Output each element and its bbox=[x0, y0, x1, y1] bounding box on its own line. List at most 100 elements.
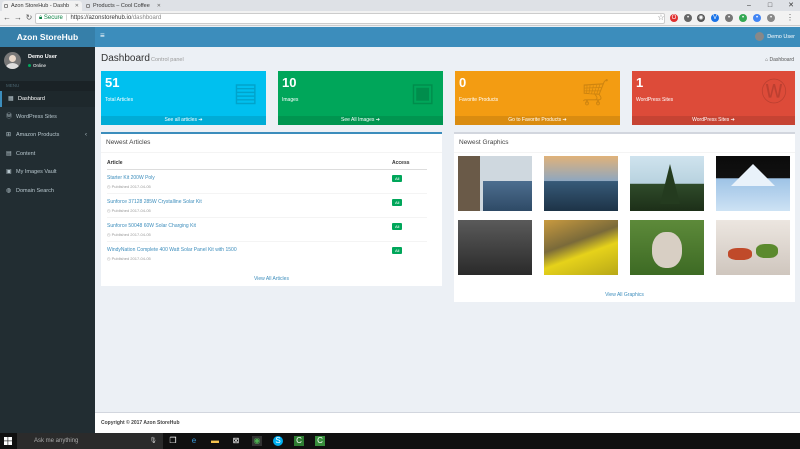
table-header-row: Article Access bbox=[107, 158, 427, 170]
minimize-icon[interactable]: – bbox=[740, 0, 758, 11]
bookmark-star-icon[interactable]: ☆ bbox=[656, 13, 666, 23]
sidebar-item-content[interactable]: ▤ Content bbox=[0, 146, 95, 162]
chevron-left-icon: ‹ bbox=[85, 132, 87, 138]
access-badge: All bbox=[392, 246, 403, 254]
stat-link-label: See all articles bbox=[164, 117, 197, 123]
vpn-extension-icon[interactable]: V bbox=[711, 14, 719, 22]
menu-header: MENU bbox=[0, 81, 95, 91]
forward-icon[interactable]: → bbox=[13, 13, 23, 23]
clock-icon: ◷ bbox=[107, 231, 111, 237]
article-link[interactable]: WindyNation Complete 400 Watt Solar Pane… bbox=[107, 247, 392, 253]
access-badge: All bbox=[392, 198, 403, 206]
edge-icon[interactable]: e bbox=[189, 436, 199, 446]
graphic-thumbnail-sunset-sea[interactable] bbox=[544, 156, 618, 211]
stat-value: 10 bbox=[282, 75, 297, 90]
graphic-thumbnail-yellow-slide[interactable] bbox=[544, 220, 618, 275]
stat-link[interactable]: WordPress Sites ➔ bbox=[632, 116, 795, 125]
sidebar-item-domain-search[interactable]: ◍ Domain Search bbox=[0, 183, 95, 199]
article-link[interactable]: Starter Kit 200W Poly bbox=[107, 175, 392, 181]
online-dot-icon bbox=[28, 64, 31, 67]
graphic-thumbnail-cat[interactable] bbox=[630, 220, 704, 275]
sidebar-item-wordpress-sites[interactable]: Ⓦ WordPress Sites bbox=[0, 109, 95, 125]
graphic-thumbnail-pier[interactable] bbox=[458, 156, 532, 211]
cart-icon: ⊞ bbox=[6, 132, 12, 138]
extension-icon[interactable]: • bbox=[753, 14, 761, 22]
wordpress-icon: Ⓦ bbox=[6, 114, 13, 120]
skype-icon[interactable]: S bbox=[273, 436, 283, 446]
wordpress-icon: Ⓦ bbox=[760, 77, 787, 107]
reload-icon[interactable]: ↻ bbox=[24, 13, 34, 23]
microphone-icon[interactable]: 🎙︎ bbox=[149, 433, 157, 449]
image-icon: ▣ bbox=[410, 77, 435, 107]
graphic-thumbnail-vegetables[interactable] bbox=[716, 220, 790, 275]
extension-icon[interactable]: • bbox=[684, 14, 692, 22]
camera-extension-icon[interactable]: ◉ bbox=[697, 14, 705, 22]
stat-box-wordpress-sites: 1 WordPress Sites Ⓦ WordPress Sites ➔ bbox=[632, 71, 795, 125]
view-all-articles-link[interactable]: View All Articles bbox=[101, 276, 442, 282]
view-all-graphics-link[interactable]: View All Graphics bbox=[454, 292, 795, 298]
browser-menu-icon[interactable]: ⋮ bbox=[785, 13, 795, 23]
user-panel: Demo User Online bbox=[0, 47, 95, 79]
article-link[interactable]: Sunforce 37128 285W Crystalline Solar Ki… bbox=[107, 199, 392, 205]
cart-icon: 🛒︎ bbox=[578, 77, 612, 107]
sidebar-item-label: Domain Search bbox=[16, 188, 54, 194]
articles-table: Article Access Starter Kit 200W Poly ◷ Pu… bbox=[107, 158, 427, 265]
taskbar-search-input[interactable]: Ask me anything 🎙︎ bbox=[17, 433, 163, 449]
back-icon[interactable]: ← bbox=[2, 13, 12, 23]
extension-icon[interactable]: • bbox=[767, 14, 775, 22]
article-link[interactable]: Sunforce 50048 60W Solar Charging Kit bbox=[107, 223, 392, 229]
sidebar-item-label: Dashboard bbox=[18, 96, 45, 102]
browser-tab-active[interactable]: Azon StoreHub - Dashb ✕ bbox=[2, 1, 82, 11]
store-icon[interactable]: ⊠ bbox=[231, 436, 241, 446]
opera-extension-icon[interactable]: O bbox=[670, 14, 678, 22]
address-bar-row: ← → ↻ 🔒︎ Secure | https://azonstorehub.io/… bbox=[0, 11, 800, 26]
column-header-access: Access bbox=[392, 158, 427, 170]
url-input[interactable]: 🔒︎ Secure | https://azonstorehub.io/dashbo… bbox=[35, 13, 665, 24]
sidebar-item-images-vault[interactable]: ▣ My Images Vault bbox=[0, 164, 95, 180]
sidebar-item-label: Amazon Products bbox=[16, 132, 60, 138]
browser-tab[interactable]: Products – Cool Coffee ✕ bbox=[84, 1, 164, 11]
stat-label: Total Articles bbox=[105, 97, 134, 103]
panel-title: Newest Articles bbox=[106, 139, 151, 146]
table-row: Starter Kit 200W Poly ◷ Published 2017-04… bbox=[107, 168, 427, 193]
user-name: Demo User bbox=[28, 54, 58, 60]
close-tab-icon[interactable]: ✕ bbox=[157, 1, 161, 11]
footer: Copyright © 2017 Azon StoreHub bbox=[95, 412, 800, 433]
taskbar: Ask me anything 🎙︎ ❐ e ▬ ⊠ ◉ S C C bbox=[0, 433, 800, 449]
clock-icon: ◷ bbox=[107, 207, 111, 213]
stat-link[interactable]: See All Images ➔ bbox=[278, 116, 443, 125]
graphic-thumbnail-forest[interactable] bbox=[630, 156, 704, 211]
user-menu[interactable]: Demo User bbox=[755, 32, 795, 42]
close-window-icon[interactable]: ✕ bbox=[782, 0, 800, 11]
lock-icon: 🔒︎ bbox=[39, 15, 43, 21]
sidebar-item-amazon-products[interactable]: ⊞ Amazon Products ‹ bbox=[0, 127, 95, 143]
windows-start-icon[interactable] bbox=[4, 437, 12, 445]
hamburger-menu-icon[interactable]: ≡ bbox=[100, 31, 105, 40]
stat-link-label: See All Images bbox=[341, 117, 375, 123]
access-badge: All bbox=[392, 174, 403, 182]
nav-user-name: Demo User bbox=[767, 34, 795, 40]
app-logo[interactable]: Azon StoreHub bbox=[0, 27, 95, 47]
extension-icon[interactable]: • bbox=[725, 14, 733, 22]
page-icon bbox=[86, 4, 90, 8]
sidebar-item-dashboard[interactable]: ▦ Dashboard bbox=[0, 91, 95, 107]
file-explorer-icon[interactable]: ▬ bbox=[210, 436, 220, 446]
extension-icon[interactable]: • bbox=[739, 14, 747, 22]
breadcrumb-label: Dashboard bbox=[769, 57, 794, 63]
stat-link[interactable]: See all articles ➔ bbox=[101, 116, 266, 125]
close-tab-icon[interactable]: ✕ bbox=[75, 1, 79, 11]
stat-box-favorite-products: 0 Favorite Products 🛒︎ Go to Favorite Pr… bbox=[455, 71, 620, 125]
maximize-icon[interactable]: □ bbox=[761, 0, 779, 11]
graphic-thumbnail-snowy-peak[interactable] bbox=[716, 156, 790, 211]
browser-tab-strip: Azon StoreHub - Dashb ✕ Products – Cool … bbox=[0, 0, 800, 11]
page-icon bbox=[4, 4, 8, 8]
chrome-icon[interactable]: ◉ bbox=[252, 436, 262, 446]
clock-icon: ◷ bbox=[107, 183, 111, 189]
breadcrumb[interactable]: ⌂ Dashboard bbox=[765, 57, 794, 63]
stat-link[interactable]: Go to Favorite Products ➔ bbox=[455, 116, 620, 125]
camtasia-icon[interactable]: C bbox=[294, 436, 304, 446]
secure-label: Secure bbox=[43, 15, 63, 21]
task-view-icon[interactable]: ❐ bbox=[168, 436, 178, 446]
camtasia-recorder-icon[interactable]: C bbox=[315, 436, 325, 446]
graphic-thumbnail-foggy-trees[interactable] bbox=[458, 220, 532, 275]
